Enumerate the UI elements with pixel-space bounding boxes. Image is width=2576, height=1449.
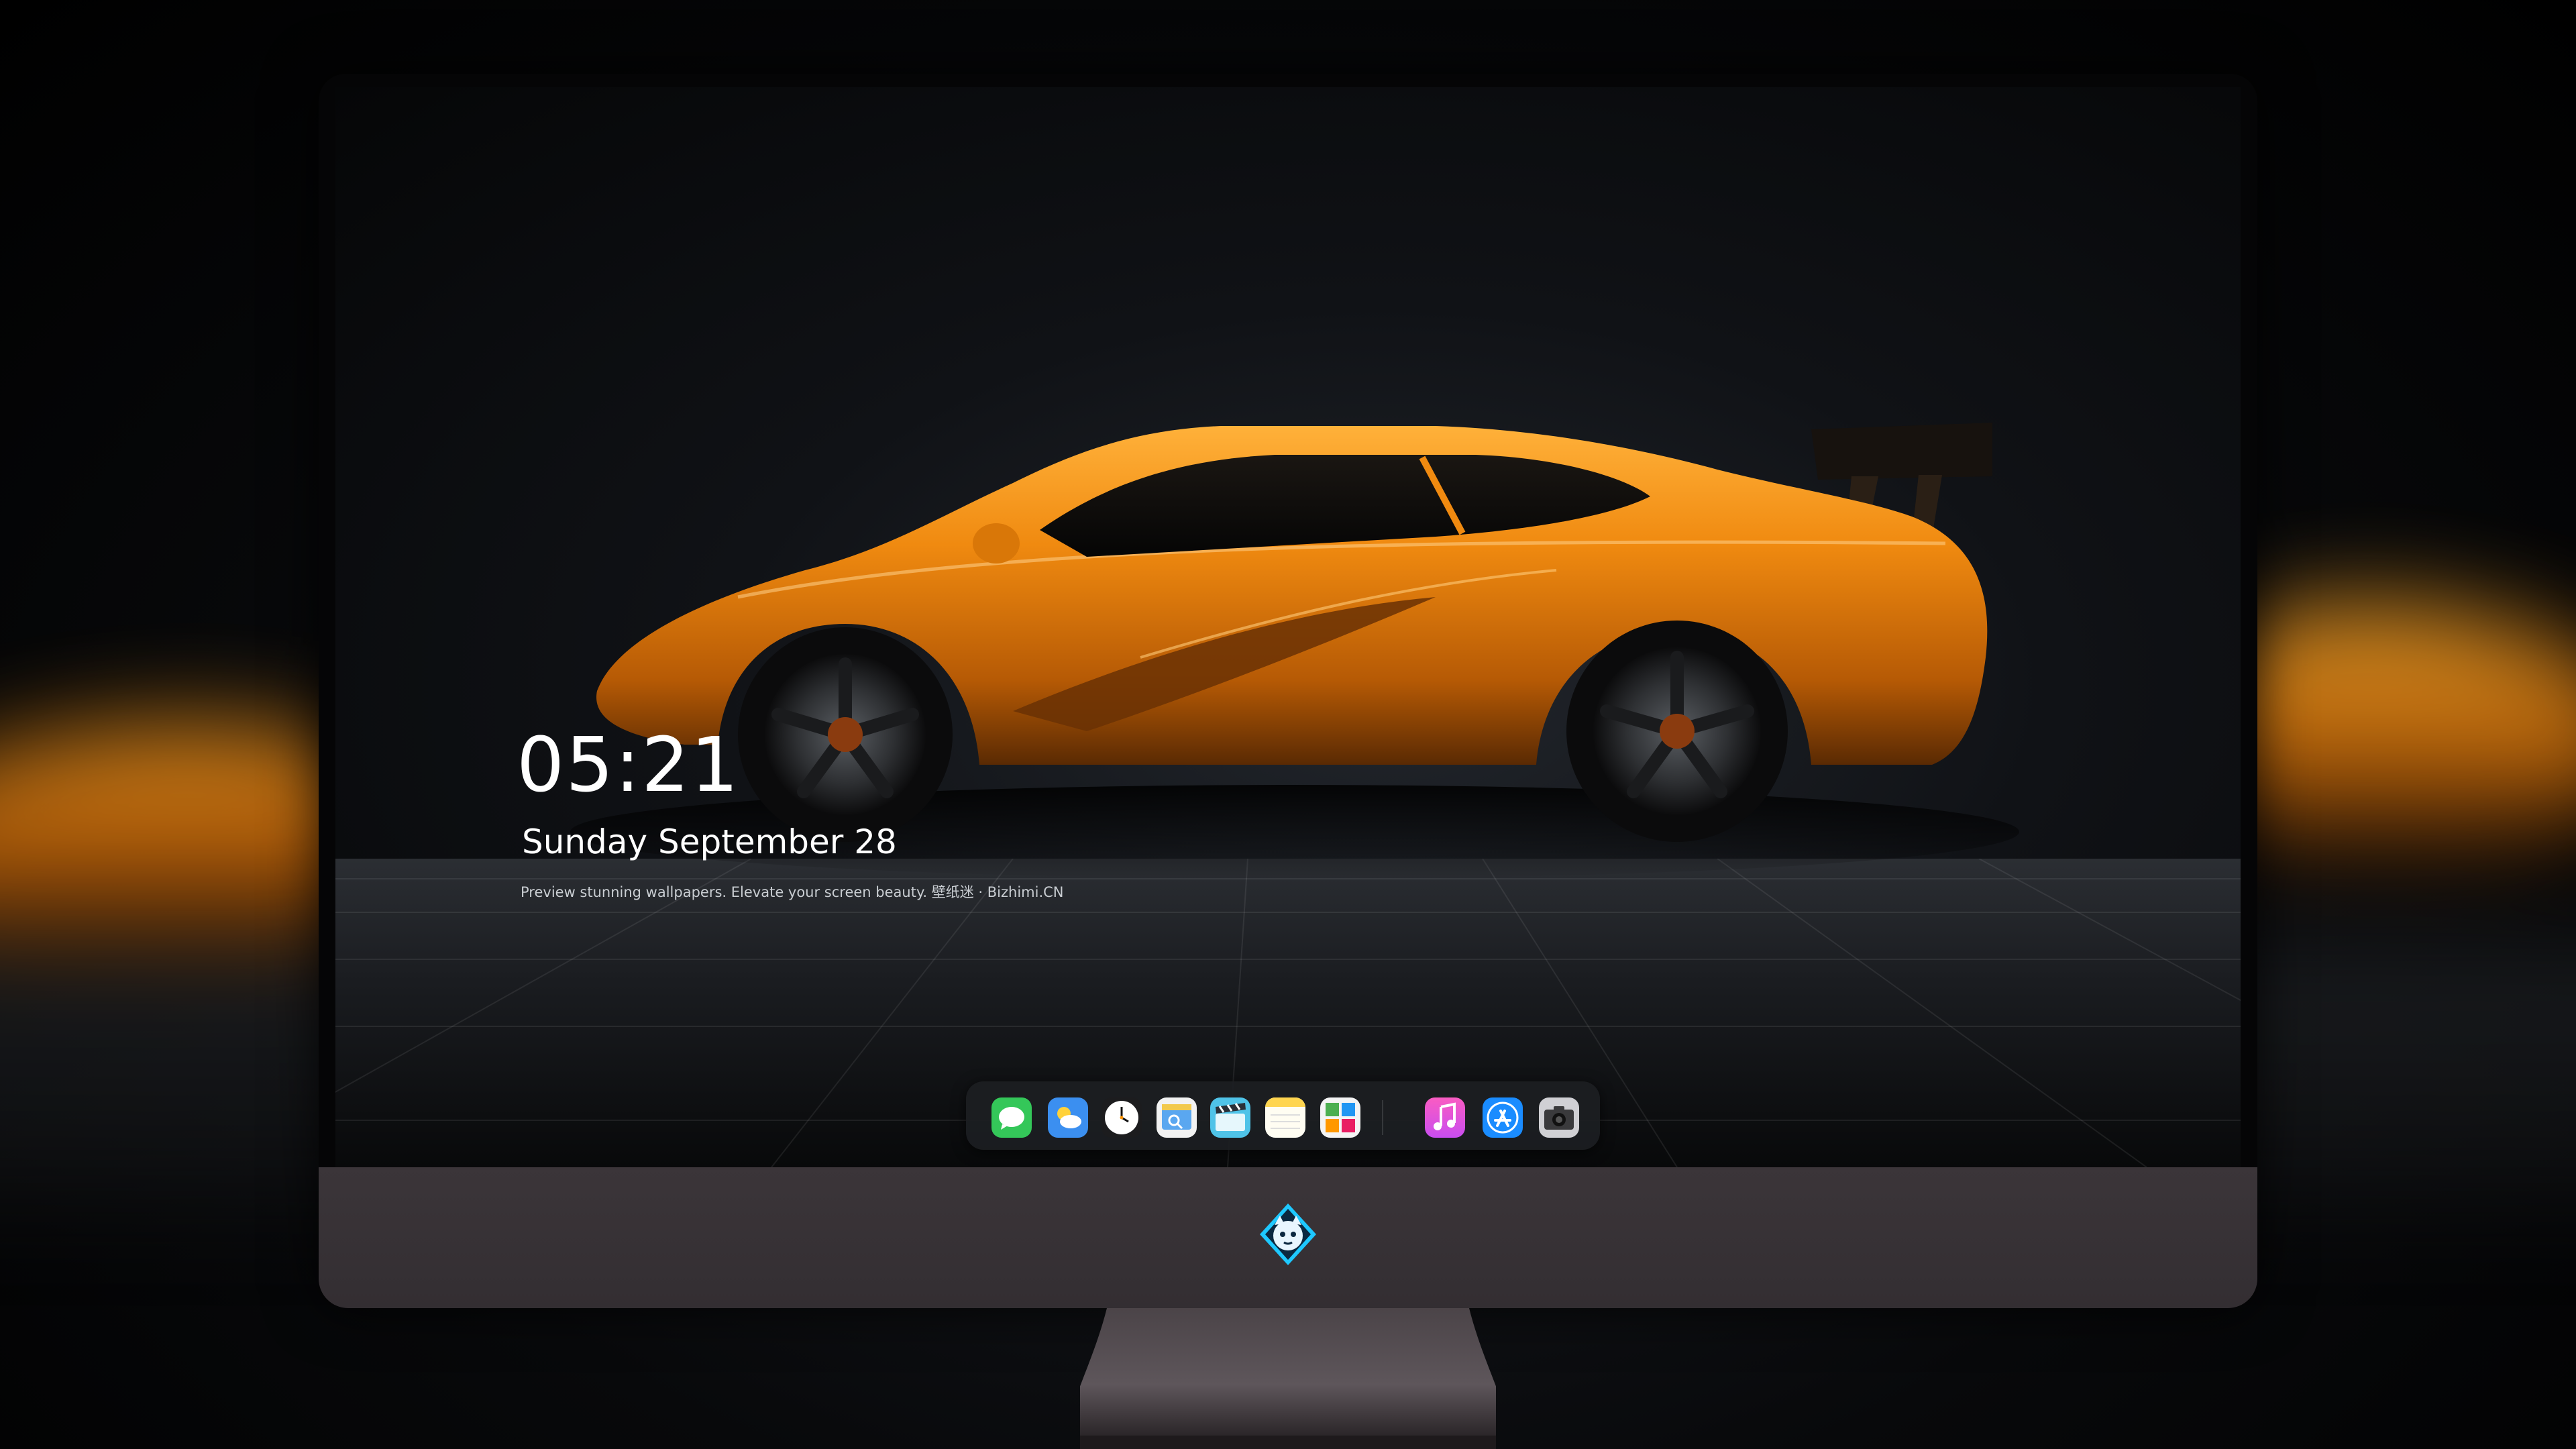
bizhimi-logo-icon bbox=[1254, 1201, 1322, 1268]
desktop-scene: 05:21 Sunday September 28 Preview stunni… bbox=[0, 0, 2576, 1449]
lock-screen bbox=[335, 87, 2241, 1167]
weather-icon[interactable] bbox=[1048, 1097, 1088, 1138]
clips-icon[interactable] bbox=[1210, 1097, 1250, 1138]
dock-separator bbox=[1382, 1100, 1383, 1135]
dock bbox=[966, 1081, 1600, 1150]
lock-screen-date: Sunday September 28 bbox=[522, 822, 897, 861]
app-store-icon[interactable] bbox=[1483, 1097, 1523, 1138]
messages-icon[interactable] bbox=[991, 1097, 1032, 1138]
preview-icon[interactable] bbox=[1157, 1097, 1197, 1138]
notes-icon[interactable] bbox=[1265, 1097, 1305, 1138]
photos-icon[interactable] bbox=[1320, 1097, 1360, 1138]
camera-icon[interactable] bbox=[1539, 1097, 1579, 1138]
clock-icon[interactable] bbox=[1102, 1097, 1142, 1138]
lock-screen-tagline: Preview stunning wallpapers. Elevate you… bbox=[521, 884, 1064, 900]
monitor-stand bbox=[1080, 1308, 1496, 1449]
music-icon[interactable] bbox=[1425, 1097, 1465, 1138]
lock-screen-time: 05:21 bbox=[517, 722, 740, 809]
sports-car-illustration bbox=[570, 423, 2019, 879]
